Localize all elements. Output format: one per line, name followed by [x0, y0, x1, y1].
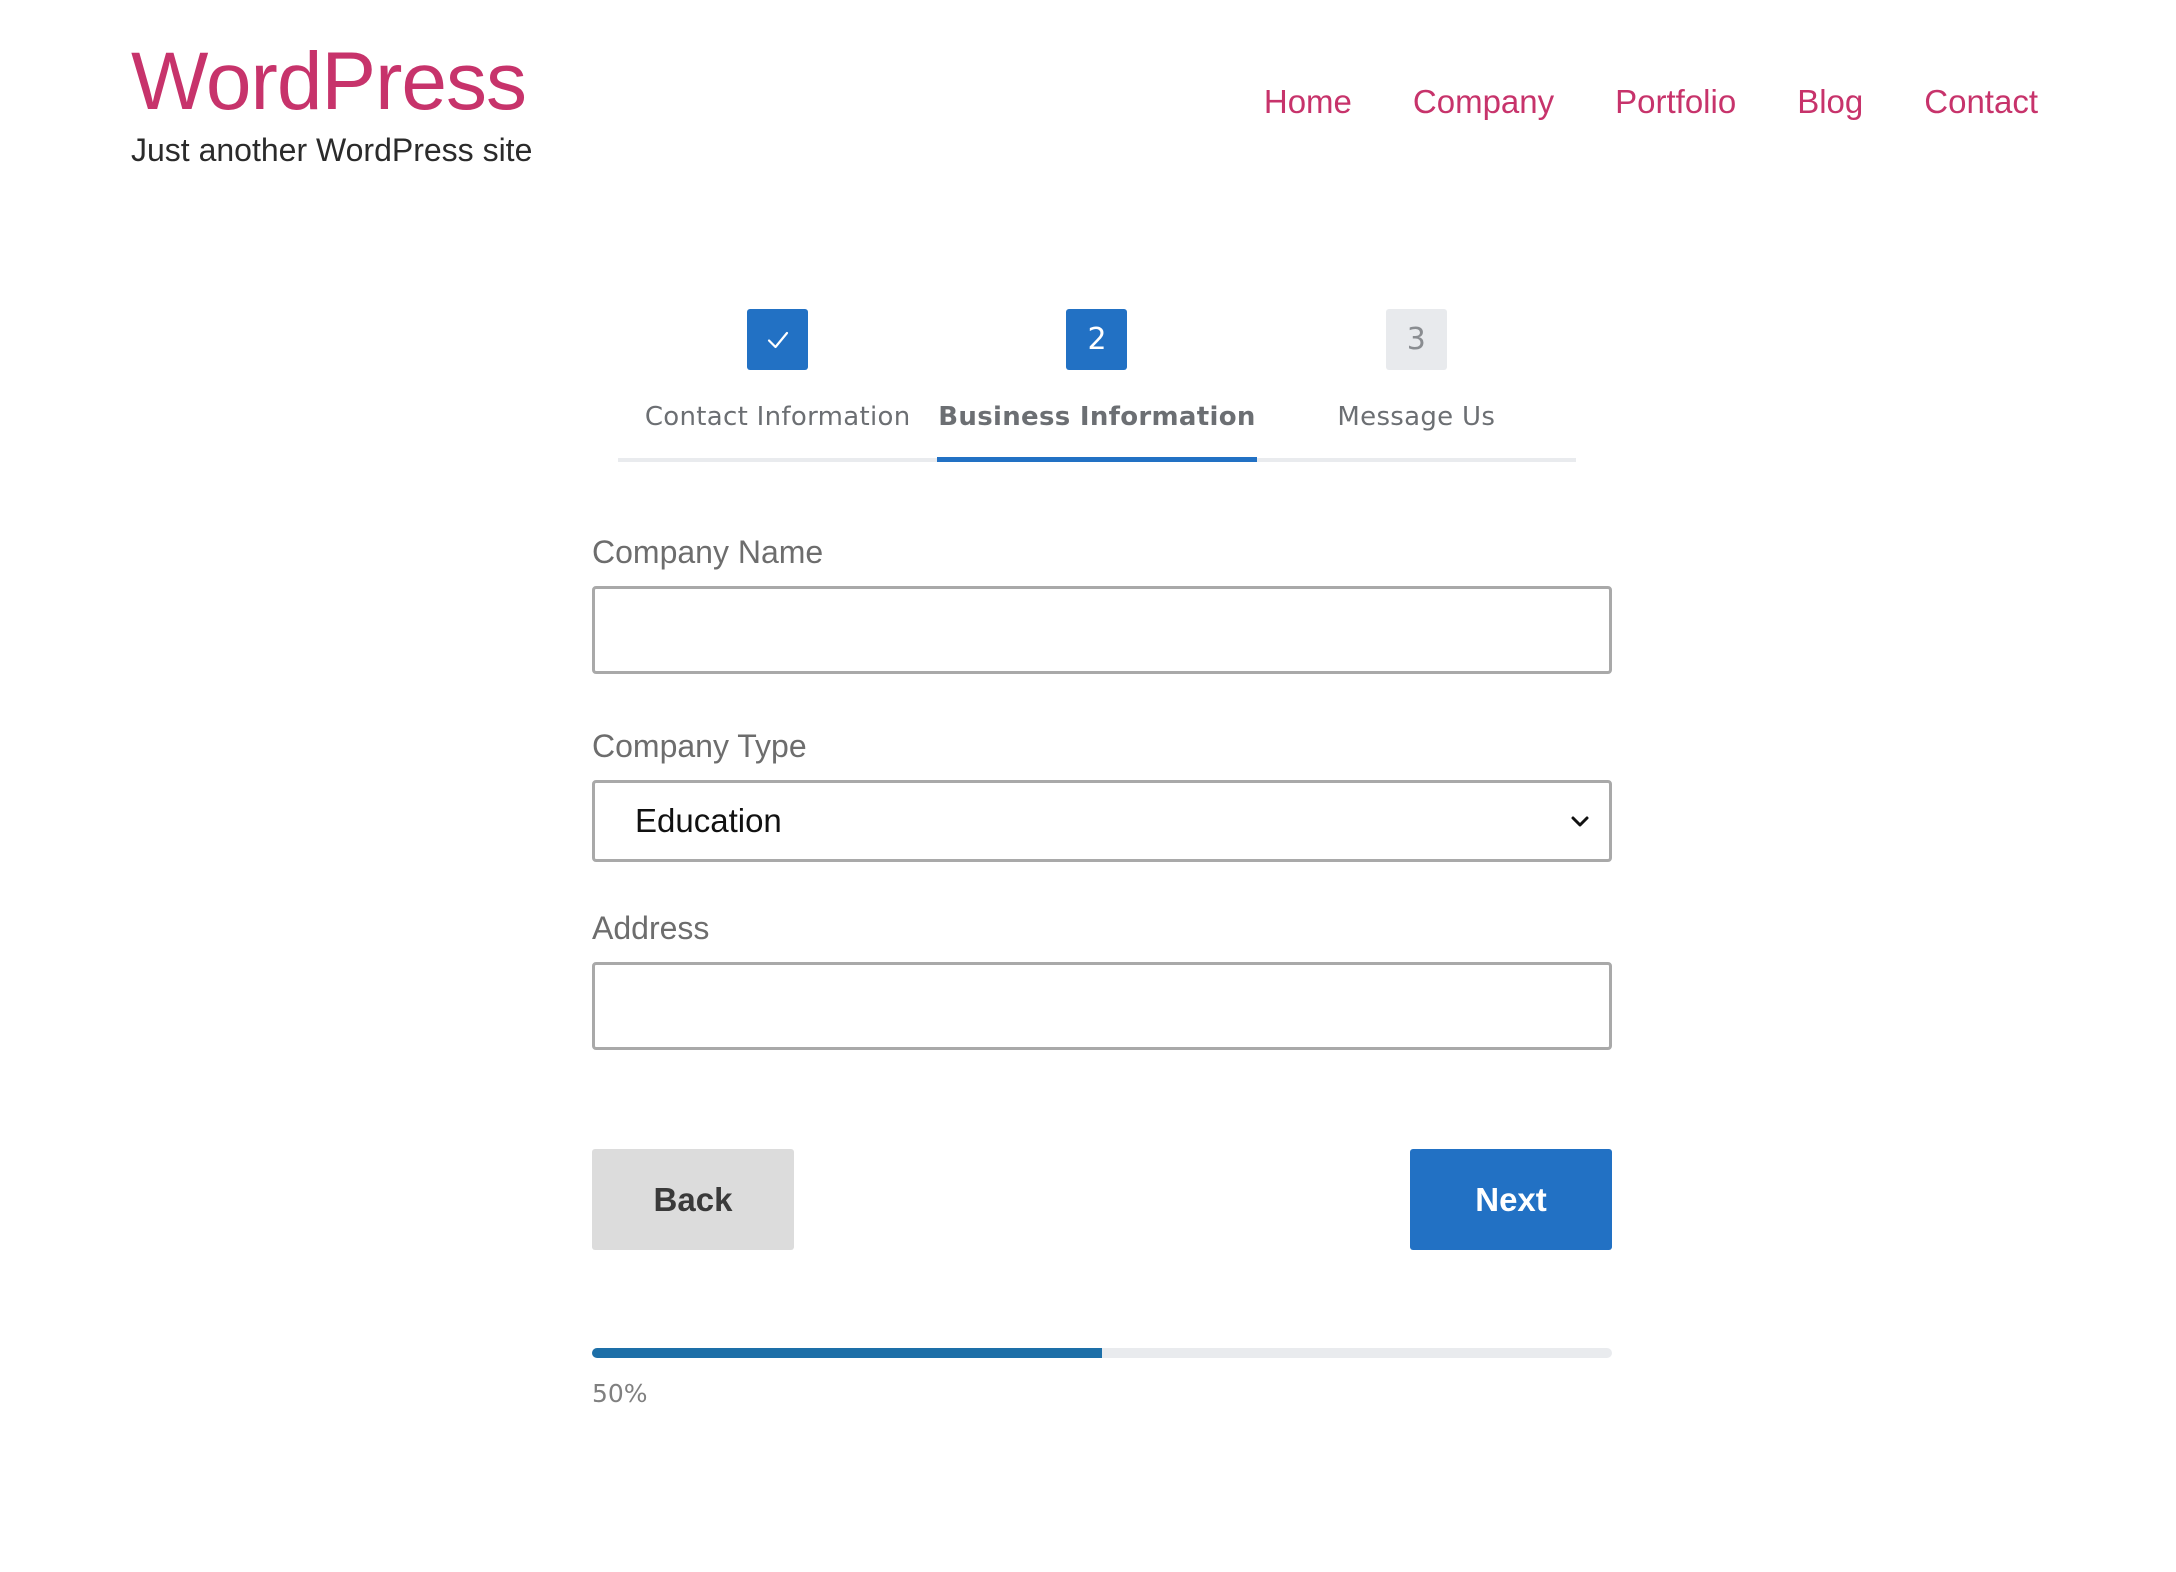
next-button[interactable]: Next [1410, 1149, 1612, 1250]
nav-item-home[interactable]: Home [1264, 80, 1352, 124]
company-name-group: Company Name [592, 530, 1612, 674]
step-contact-information[interactable]: Contact Information [618, 309, 938, 462]
form-steps: Contact Information 2 Business Informati… [618, 309, 1576, 462]
company-type-label: Company Type [592, 728, 807, 764]
company-type-select[interactable]: Education [592, 780, 1612, 862]
nav-item-contact[interactable]: Contact [1924, 80, 2038, 124]
main-nav: Home Company Portfolio Blog Contact [1264, 80, 2038, 124]
step-label: Message Us [1337, 402, 1496, 432]
company-type-selected-value: Education [635, 802, 782, 839]
progress-percent-text: 50% [592, 1379, 648, 1408]
back-button[interactable]: Back [592, 1149, 794, 1250]
step-message-us[interactable]: 3 Message Us [1256, 309, 1576, 462]
address-input[interactable] [592, 962, 1612, 1050]
company-type-group: Company Type Education [592, 724, 1612, 862]
nav-item-blog[interactable]: Blog [1797, 80, 1863, 124]
company-name-label: Company Name [592, 534, 824, 570]
checkmark-icon [747, 309, 809, 370]
progress-bar [592, 1348, 1612, 1358]
step-label: Contact Information [644, 402, 911, 432]
site-tagline: Just another WordPress site [131, 132, 533, 168]
step-business-information[interactable]: 2 Business Information [937, 309, 1257, 462]
address-label: Address [592, 910, 710, 946]
nav-item-portfolio[interactable]: Portfolio [1615, 80, 1736, 124]
chevron-down-icon [1569, 810, 1591, 832]
nav-item-company[interactable]: Company [1413, 80, 1554, 124]
step-label: Business Information [938, 402, 1256, 432]
address-group: Address [592, 906, 1612, 1050]
progress-fill [592, 1348, 1102, 1358]
company-name-input[interactable] [592, 586, 1612, 674]
step-number-badge: 3 [1385, 309, 1447, 370]
site-title-link[interactable]: WordPress [131, 34, 527, 130]
page: WordPress Just another WordPress site Ho… [0, 0, 2176, 1572]
step-number-badge: 2 [1066, 309, 1128, 370]
